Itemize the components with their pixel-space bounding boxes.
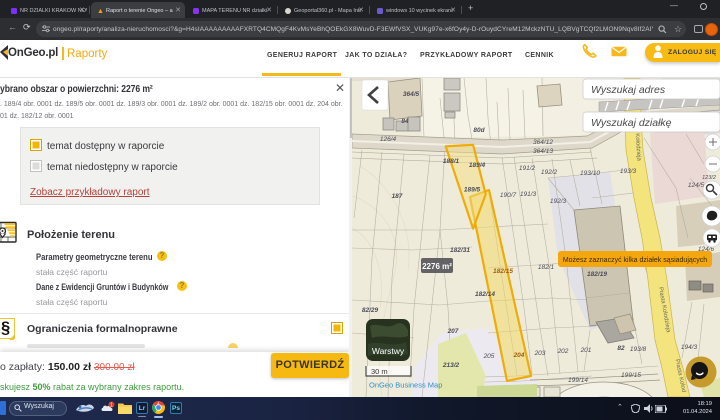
svg-text:191/2: 191/2 <box>519 165 536 172</box>
svg-text:124/5: 124/5 <box>688 182 705 189</box>
svg-text:364/13: 364/13 <box>533 148 553 155</box>
svg-text:205: 205 <box>483 353 495 360</box>
svg-text:189/4: 189/4 <box>469 162 486 169</box>
svg-text:364/5: 364/5 <box>403 91 420 98</box>
svg-text:207: 207 <box>447 328 459 335</box>
svg-text:193/8: 193/8 <box>630 346 647 353</box>
svg-text:202: 202 <box>557 348 569 355</box>
svg-text:Warstwy: Warstwy <box>372 346 405 356</box>
svg-text:80d: 80d <box>473 127 485 134</box>
svg-text:199/15: 199/15 <box>621 372 641 379</box>
svg-text:194/3: 194/3 <box>681 344 698 351</box>
svg-text:188/1: 188/1 <box>443 158 460 165</box>
svg-text:82/29: 82/29 <box>362 307 379 314</box>
svg-text:199/14: 199/14 <box>568 377 588 384</box>
svg-text:30 m: 30 m <box>371 367 388 376</box>
svg-text:187: 187 <box>392 193 403 200</box>
svg-text:189/5: 189/5 <box>464 187 481 194</box>
svg-text:Wyszukaj działkę: Wyszukaj działkę <box>591 117 672 129</box>
svg-text:201: 201 <box>580 347 592 354</box>
svg-text:182/14: 182/14 <box>475 291 495 298</box>
svg-text:Wyszukaj adres: Wyszukaj adres <box>591 84 666 96</box>
svg-text:192/2: 192/2 <box>541 169 558 176</box>
svg-text:126/4: 126/4 <box>380 136 397 143</box>
svg-text:182/19: 182/19 <box>587 271 607 278</box>
svg-text:182/15: 182/15 <box>493 268 513 275</box>
svg-text:193/3: 193/3 <box>620 168 637 175</box>
svg-text:213/2: 213/2 <box>442 362 460 369</box>
svg-text:204: 204 <box>513 352 525 359</box>
svg-text:1: 1 <box>110 403 113 409</box>
svg-text:191/3: 191/3 <box>520 191 537 198</box>
svg-text:192/3: 192/3 <box>550 198 567 205</box>
svg-text:182/1: 182/1 <box>538 264 555 271</box>
svg-text:203: 203 <box>534 350 546 357</box>
svg-text:364/12: 364/12 <box>533 139 553 146</box>
svg-text:193/10: 193/10 <box>580 170 600 177</box>
svg-text:2276 m²: 2276 m² <box>422 262 452 271</box>
svg-text:123/2: 123/2 <box>702 175 716 181</box>
svg-text:182/31: 182/31 <box>450 247 470 254</box>
svg-text:Możesz zaznaczyć kilka działek: Możesz zaznaczyć kilka działek sąsiadują… <box>563 257 707 264</box>
svg-text:190/7: 190/7 <box>500 192 517 199</box>
svg-text:84: 84 <box>401 118 409 125</box>
svg-text:OnGeo Business Map: OnGeo Business Map <box>369 381 442 390</box>
svg-text:82: 82 <box>617 345 625 352</box>
